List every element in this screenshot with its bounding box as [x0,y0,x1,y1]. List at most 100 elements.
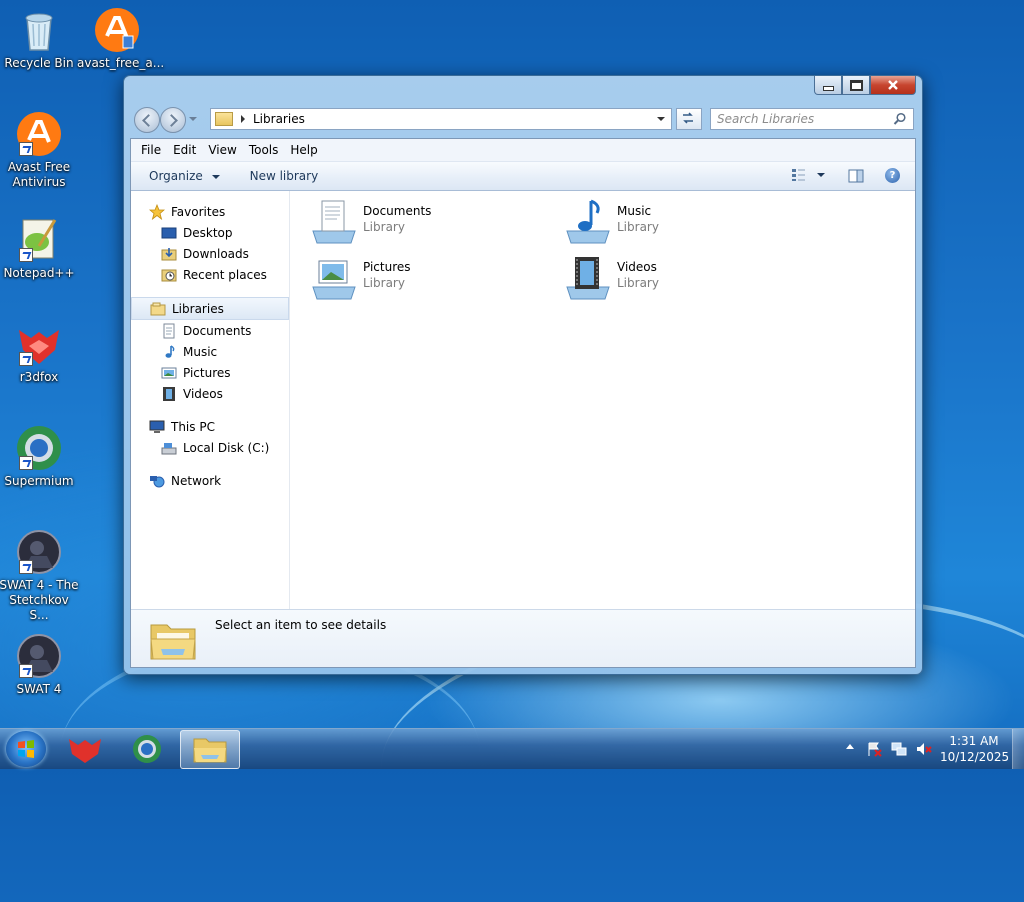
organize-button[interactable]: Organize [139,169,230,183]
command-bar: Organize New library ? [131,162,915,191]
nav-label: Libraries [172,301,224,316]
view-options-icon [792,169,805,181]
change-view-button[interactable] [791,168,825,182]
chevron-down-icon [211,174,220,179]
taskbar-r3dfox[interactable] [56,730,114,767]
volume-muted-icon[interactable] [916,741,932,757]
close-button[interactable] [870,76,916,95]
desktop-icon-label: SWAT 4 [16,682,62,696]
menu-file[interactable]: File [135,143,167,157]
nav-local-disk[interactable]: Local Disk (C:) [131,437,289,458]
desktop-icon-avast-installer[interactable]: avast_free_a... [77,6,164,71]
recent-places-icon [161,269,177,281]
nav-music[interactable]: Music [131,341,289,362]
library-type: Library [617,220,659,234]
nav-desktop[interactable]: Desktop [131,222,289,243]
documents-library-icon [309,197,359,245]
menu-tools[interactable]: Tools [243,143,285,157]
library-videos[interactable]: Videos Library [563,253,803,301]
desktop-icon-r3dfox[interactable]: r3dfox [0,320,79,385]
preview-pane-icon[interactable] [848,169,864,183]
address-bar[interactable]: Libraries [210,108,672,130]
nav-label: Pictures [183,365,231,380]
explorer-content: File Edit View Tools Help Organize New l… [130,138,916,668]
library-type: Library [617,276,659,290]
shortcut-arrow-icon [19,142,33,156]
nav-documents[interactable]: Documents [131,320,289,341]
desktop-icon-avast-free-antivirus[interactable]: Avast Free Antivirus [0,110,79,190]
system-clock[interactable]: 1:31 AM 10/12/2025 [940,733,1010,765]
computer-icon [149,420,165,433]
menu-bar: File Edit View Tools Help [131,139,915,162]
pictures-icon [161,367,177,378]
search-input[interactable]: Search Libraries [717,112,814,126]
navigation-pane: Favorites Desktop Downloads Recent place… [131,191,290,609]
documents-icon [163,323,175,338]
chevron-down-icon[interactable] [817,173,825,177]
library-documents[interactable]: Documents Library [309,197,549,245]
taskbar-supermium[interactable] [118,730,176,767]
desktop-icon-label: Supermium [4,474,74,488]
start-button[interactable] [6,731,46,767]
desktop-icon-recycle-bin[interactable]: Recycle Bin [0,6,79,71]
nav-downloads[interactable]: Downloads [131,243,289,264]
recent-pages-chevron-icon[interactable] [189,117,197,121]
clock-date: 10/12/2025 [940,750,1010,764]
taskbar-explorer[interactable] [180,730,240,769]
recycle-bin-icon [15,6,63,54]
back-button[interactable] [134,107,160,133]
desktop-icon-label: Avast Free Antivirus [7,160,71,189]
new-library-button[interactable]: New library [240,169,329,183]
nav-videos[interactable]: Videos [131,383,289,404]
nav-label: Favorites [171,204,226,219]
nav-libraries[interactable]: Libraries [131,297,289,320]
desktop-icon-label: r3dfox [19,370,59,384]
nav-network[interactable]: Network [131,470,289,491]
forward-button[interactable] [160,107,186,133]
show-desktop-button[interactable] [1012,729,1024,769]
breadcrumb-separator-icon[interactable] [241,115,245,123]
refresh-button[interactable] [676,108,702,130]
library-music[interactable]: Music Library [563,197,803,245]
help-icon[interactable]: ? [885,168,900,183]
details-message: Select an item to see details [215,618,387,632]
libraries-icon [150,302,166,315]
swat4-icon [15,528,63,576]
videos-icon [163,386,175,401]
nav-favorites[interactable]: Favorites [131,201,289,222]
shortcut-arrow-icon [19,248,33,262]
desktop-icon-swat4[interactable]: SWAT 4 [0,632,79,697]
desktop-icon-label: Recycle Bin [4,56,74,70]
libraries-folder-icon [150,624,196,660]
menu-edit[interactable]: Edit [167,143,202,157]
menu-help[interactable]: Help [284,143,323,157]
shortcut-arrow-icon [19,560,33,574]
library-name: Pictures [363,260,411,274]
nav-label: Network [171,473,222,488]
explorer-window[interactable]: Libraries Search Libraries File Edit Vie… [123,75,923,675]
search-icon[interactable] [893,112,907,126]
library-name: Music [617,204,652,218]
breadcrumb-libraries[interactable]: Libraries [253,112,305,126]
desktop-icon-supermium[interactable]: Supermium [0,424,79,489]
address-dropdown-icon[interactable] [657,117,665,121]
desktop-icon-swat4-stetchkov[interactable]: SWAT 4 - The Stetchkov S... [0,528,79,623]
network-status-icon[interactable] [891,741,907,757]
nav-recent-places[interactable]: Recent places [131,264,289,285]
shortcut-arrow-icon [19,456,33,470]
desktop-icon-notepad-plus-plus[interactable]: Notepad++ [0,216,79,281]
maximize-button[interactable] [842,76,870,95]
menu-view[interactable]: View [202,143,242,157]
swat4-icon [15,632,63,680]
clock-time: 1:31 AM [949,734,999,748]
notepad-plus-plus-icon [15,216,63,264]
search-box[interactable]: Search Libraries [710,108,914,130]
library-pictures[interactable]: Pictures Library [309,253,549,301]
library-type: Library [363,220,405,234]
nav-label: Documents [183,323,252,338]
nav-pictures[interactable]: Pictures [131,362,289,383]
action-center-flag-icon[interactable] [866,741,882,757]
show-hidden-icons-button[interactable] [846,744,854,749]
nav-this-pc[interactable]: This PC [131,416,289,437]
minimize-button[interactable] [814,76,842,95]
